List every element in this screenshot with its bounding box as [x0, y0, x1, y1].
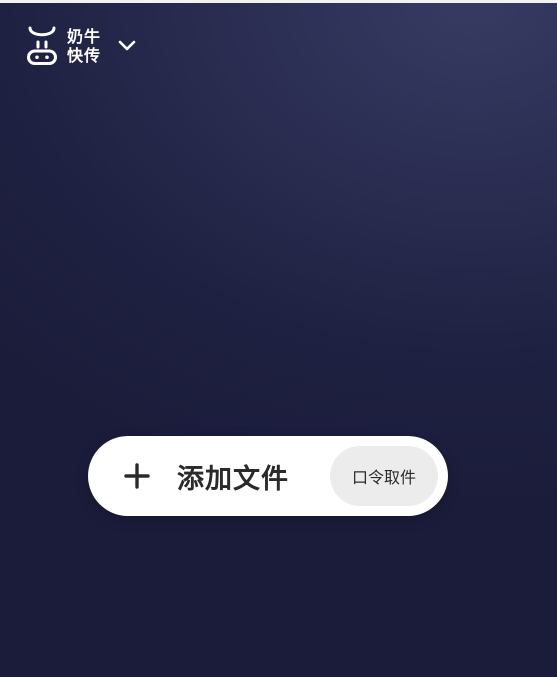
chevron-down-icon[interactable] — [117, 36, 137, 56]
brand-name-line1: 奶牛 — [67, 27, 102, 46]
brand-name-line2: 快传 — [67, 46, 102, 65]
pickup-code-button[interactable]: 口令取件 — [330, 446, 438, 506]
top-border — [0, 0, 557, 3]
brand-menu[interactable]: 奶牛 快传 — [26, 24, 137, 68]
brand-name: 奶牛 快传 — [67, 27, 101, 65]
add-file-button[interactable]: 添加文件 — [88, 436, 330, 516]
action-pill: 添加文件 口令取件 — [88, 436, 448, 516]
add-file-label: 添加文件 — [177, 463, 289, 495]
plus-icon — [124, 463, 150, 489]
cow-face-icon — [27, 26, 57, 65]
